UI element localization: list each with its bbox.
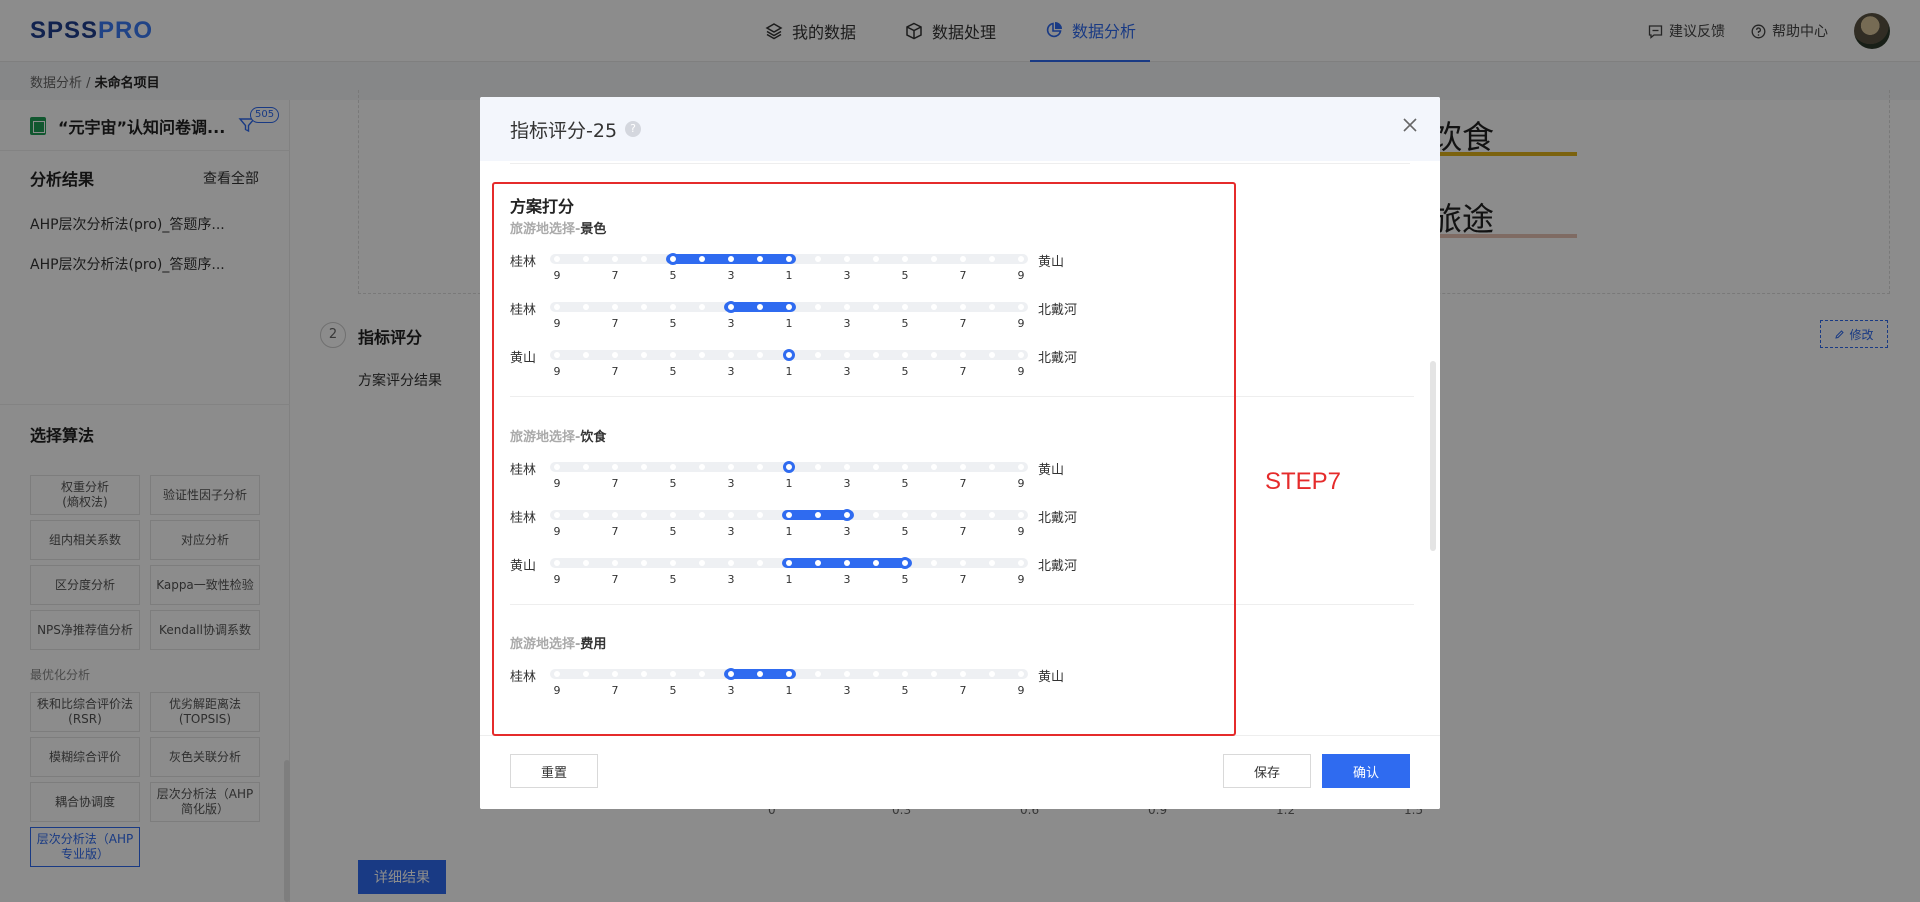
modal-title: 指标评分-25 bbox=[510, 119, 618, 142]
confirm-button[interactable]: 确认 bbox=[1322, 754, 1410, 788]
step-annotation: STEP7 bbox=[1265, 468, 1342, 495]
help-circle-icon[interactable]: ? bbox=[625, 121, 642, 137]
modal-header: 指标评分-25 ? bbox=[480, 97, 1440, 161]
modal-scrollbar[interactable] bbox=[1430, 361, 1436, 551]
divider bbox=[510, 163, 1410, 164]
reset-button[interactable]: 重置 bbox=[510, 754, 598, 788]
modal-footer: 重置 保存 确认 bbox=[480, 735, 1440, 809]
save-button[interactable]: 保存 bbox=[1223, 754, 1311, 788]
close-icon[interactable] bbox=[1402, 117, 1418, 137]
step-highlight-box bbox=[492, 182, 1236, 736]
